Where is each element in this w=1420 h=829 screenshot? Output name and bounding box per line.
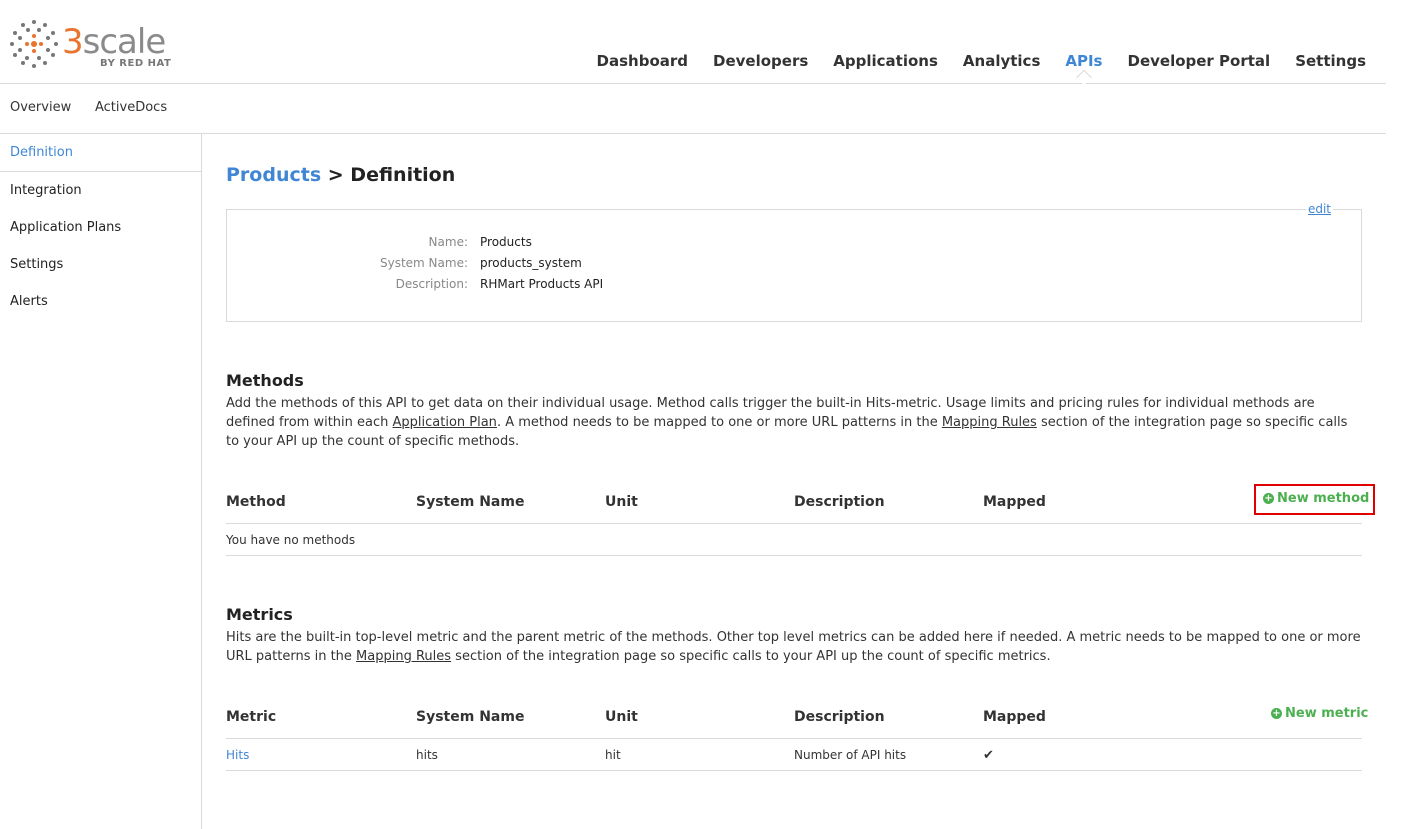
field-description: Description: RHMart Products API [227, 277, 727, 298]
metric-description: Number of API hits [794, 748, 907, 762]
sidebar-item-alerts[interactable]: Alerts [0, 294, 48, 309]
column-header: Unit [605, 494, 638, 510]
top-header: 3scale BY RED HAT Dashboard Developers A… [0, 0, 1386, 84]
column-header: System Name [416, 494, 525, 510]
sidebar: Definition Integration Application Plans… [0, 134, 202, 829]
definition-fields: Name: Products System Name: products_sys… [227, 235, 727, 298]
plus-circle-icon: + [1271, 708, 1282, 719]
table-row: Hits hits hit Number of API hits ✔ [226, 739, 1362, 771]
column-header: Description [794, 494, 885, 510]
field-label: System Name: [379, 256, 468, 270]
field-system-name: System Name: products_system [227, 256, 727, 277]
column-header: Method [226, 494, 286, 510]
page-title: Products > Definition [226, 164, 455, 186]
column-header: Metric [226, 709, 277, 725]
subnav-activedocs[interactable]: ActiveDocs [95, 100, 167, 115]
methods-description: Add the methods of this API to get data … [226, 396, 1348, 449]
nav-developers[interactable]: Developers [713, 52, 808, 70]
plus-circle-icon: + [1263, 493, 1274, 504]
column-header: Mapped [983, 494, 1046, 510]
metric-hits-link[interactable]: Hits [226, 748, 249, 762]
metrics-table-header: Metric System Name Unit Description Mapp… [226, 698, 1368, 739]
logo-subtitle: BY RED HAT [100, 58, 172, 69]
sidebar-item-settings[interactable]: Settings [0, 257, 63, 272]
application-plan-link[interactable]: Application Plan [393, 415, 497, 430]
mapping-rules-link[interactable]: Mapping Rules [356, 649, 451, 664]
table-row: You have no methods [226, 524, 1362, 556]
column-header: System Name [416, 709, 525, 725]
breadcrumb-products[interactable]: Products [226, 164, 321, 186]
methods-title: Methods [226, 371, 304, 390]
nav-applications[interactable]: Applications [833, 52, 938, 70]
logo-wordmark: 3scale [62, 22, 166, 62]
field-value: RHMart Products API [480, 277, 604, 291]
check-icon: ✔ [983, 748, 994, 763]
metrics-description: Hits are the built-in top-level metric a… [226, 630, 1361, 664]
methods-table: Method System Name Unit Description Mapp… [226, 483, 1375, 556]
main-navigation: Dashboard Developers Applications Analyt… [572, 52, 1366, 70]
field-name: Name: Products [227, 235, 727, 256]
field-value: products_system [480, 256, 582, 270]
sidebar-item-integration[interactable]: Integration [0, 183, 82, 198]
nav-developer-portal[interactable]: Developer Portal [1128, 52, 1271, 70]
new-metric-button[interactable]: + New metric [1271, 706, 1368, 721]
column-header: Description [794, 709, 885, 725]
breadcrumb-separator: > [321, 164, 351, 186]
field-label: Name: [428, 235, 468, 249]
metric-system-name: hits [416, 748, 438, 762]
3scale-logo[interactable]: 3scale BY RED HAT [8, 18, 188, 74]
metrics-title: Metrics [226, 605, 293, 624]
nav-dashboard[interactable]: Dashboard [597, 52, 688, 70]
sidebar-item-definition[interactable]: Definition [0, 145, 73, 160]
column-header: Unit [605, 709, 638, 725]
metric-unit: hit [605, 748, 621, 762]
edit-link[interactable]: edit [1305, 202, 1333, 216]
page-title-text: Definition [350, 164, 456, 186]
mapping-rules-link[interactable]: Mapping Rules [942, 415, 1037, 430]
metrics-table: Metric System Name Unit Description Mapp… [226, 698, 1368, 771]
field-label: Description: [395, 277, 468, 291]
subnav-overview[interactable]: Overview [10, 100, 71, 115]
logo-dots-icon [10, 20, 58, 68]
nav-settings[interactable]: Settings [1295, 52, 1366, 70]
api-subnav: Overview ActiveDocs [0, 84, 1386, 134]
column-header: Mapped [983, 709, 1046, 725]
new-method-button[interactable]: + New method [1263, 491, 1369, 506]
empty-state-text: You have no methods [226, 533, 356, 547]
methods-table-header: Method System Name Unit Description Mapp… [226, 483, 1375, 524]
nav-apis[interactable]: APIs [1065, 52, 1102, 70]
definition-box: edit Name: Products System Name: product… [226, 202, 1362, 322]
sidebar-item-application-plans[interactable]: Application Plans [0, 220, 121, 235]
nav-analytics[interactable]: Analytics [963, 52, 1040, 70]
field-value: Products [480, 235, 532, 249]
